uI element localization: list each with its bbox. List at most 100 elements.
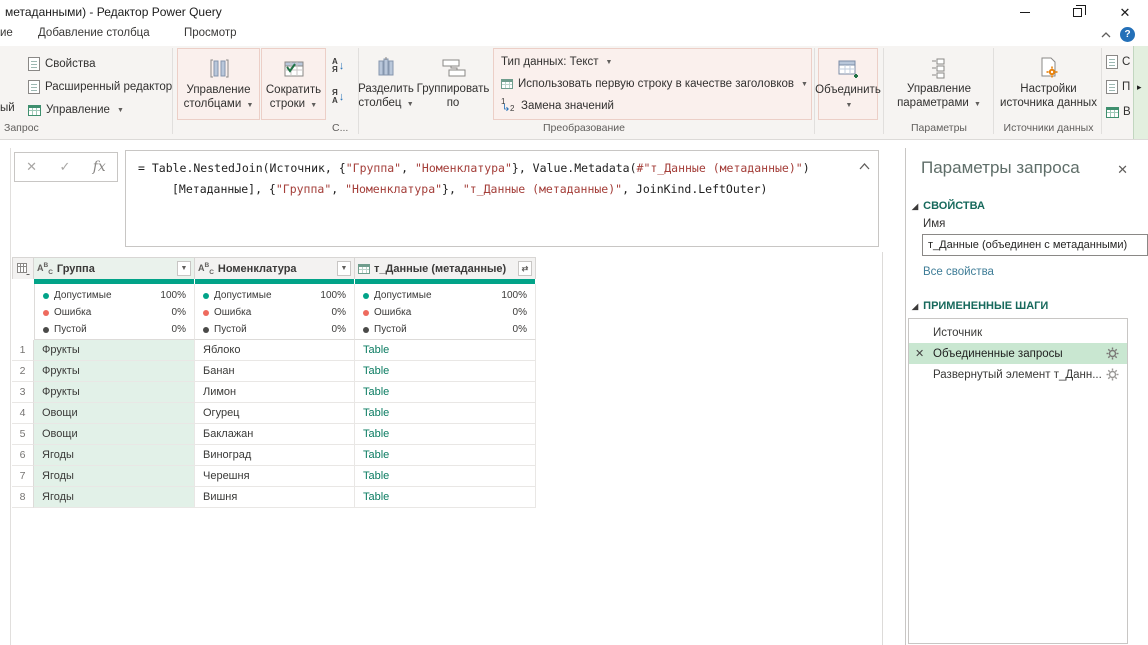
close-button[interactable]: ✕ — [1108, 0, 1142, 24]
cell-table-link[interactable]: Table — [355, 466, 536, 487]
properties-section-header[interactable]: ◢ СВОЙСТВА — [912, 200, 985, 212]
restore-button[interactable] — [1060, 0, 1094, 24]
collapse-triangle-icon: ◢ — [912, 301, 919, 311]
row-number[interactable]: 8 — [12, 487, 34, 508]
cell-group[interactable]: Ягоды — [34, 466, 195, 487]
column-header-t-dannye[interactable]: т_Данные (метаданные) ⇄ — [355, 257, 536, 279]
query-name-input[interactable] — [922, 234, 1148, 256]
new-source-button-truncated[interactable]: С — [1106, 52, 1130, 72]
cell-item[interactable]: Вишня — [195, 487, 355, 508]
truncated-button-fragment[interactable]: ый — [0, 98, 15, 118]
manage-parameters-button[interactable]: Управление параметрами ▼ — [890, 48, 988, 120]
minimize-button[interactable] — [1008, 0, 1042, 24]
ribbon-home: ый Свойства Расширенный редактор Управле… — [0, 46, 1148, 140]
cell-group[interactable]: Овощи — [34, 403, 195, 424]
cell-group[interactable]: Ягоды — [34, 487, 195, 508]
fx-icon[interactable]: fx — [93, 159, 106, 175]
manage-query-button[interactable]: Управление ▼ — [28, 100, 124, 120]
column-header-nomenklatura[interactable]: ABC Номенклатура ▼ — [195, 257, 355, 279]
scroll-right-icon: ▸ — [1137, 82, 1142, 92]
applied-steps-section-header[interactable]: ◢ ПРИМЕНЕННЫЕ ШАГИ — [912, 300, 1048, 312]
cell-item[interactable]: Виноград — [195, 445, 355, 466]
formula-line-2: [Метаданные], {"Группа", "Номенклатура"}… — [172, 182, 768, 196]
text-type-icon: ABC — [198, 261, 214, 276]
help-button[interactable]: ? — [1120, 27, 1135, 42]
valid-dot-icon — [203, 292, 209, 299]
row-number[interactable]: 1 — [12, 340, 34, 361]
collapse-formula-button[interactable] — [859, 159, 870, 173]
cell-group[interactable]: Фрукты — [34, 361, 195, 382]
all-properties-link[interactable]: Все свойства — [923, 266, 994, 278]
row-number[interactable]: 2 — [12, 361, 34, 382]
data-type-button[interactable]: Тип данных: Текст ▼ — [501, 52, 612, 72]
cell-item[interactable]: Баклажан — [195, 424, 355, 445]
sort-ascending-button[interactable]: А Я ↓ — [332, 53, 356, 79]
recent-sources-button-truncated[interactable]: П — [1106, 77, 1130, 97]
step-merged-queries[interactable]: ✕ Объединенные запросы — [909, 343, 1127, 364]
step-source[interactable]: Источник — [909, 322, 1127, 343]
dropdown-caret-icon: ▼ — [801, 80, 808, 88]
sort-descending-button[interactable]: Я А ↓ — [332, 84, 356, 110]
properties-button[interactable]: Свойства — [28, 54, 96, 74]
cell-table-link[interactable]: Table — [355, 361, 536, 382]
panel-close-button[interactable]: ✕ — [1117, 162, 1128, 178]
confirm-formula-icon[interactable]: ✓ — [59, 159, 70, 175]
cancel-formula-icon[interactable]: ✕ — [26, 159, 37, 175]
combine-button[interactable]: Объединить ▼ — [815, 48, 881, 120]
data-source-settings-button[interactable]: Настройки источника данных — [998, 48, 1099, 120]
cell-table-link[interactable]: Table — [355, 487, 536, 508]
step-settings-gear-icon[interactable] — [1106, 368, 1119, 381]
manage-columns-button[interactable]: Управление столбцами ▼ — [177, 48, 260, 120]
row-number[interactable]: 6 — [12, 445, 34, 466]
row-number[interactable]: 4 — [12, 403, 34, 424]
row-number[interactable]: 3 — [12, 382, 34, 403]
column-header-gruppa[interactable]: ABC Группа ▼ — [34, 257, 195, 279]
row-number[interactable]: 5 — [12, 424, 34, 445]
row-number[interactable]: 7 — [12, 466, 34, 487]
cell-item[interactable]: Яблоко — [195, 340, 355, 361]
chevron-up-icon — [1101, 32, 1111, 38]
cell-item[interactable]: Черешня — [195, 466, 355, 487]
dropdown-caret-icon: ▼ — [116, 106, 124, 114]
enter-data-button-truncated[interactable]: В — [1106, 102, 1131, 122]
collapse-ribbon-button[interactable] — [1101, 29, 1111, 41]
cell-group[interactable]: Овощи — [34, 424, 195, 445]
title-bar: метаданными) - Редактор Power Query ✕ — [0, 0, 1148, 24]
filter-button[interactable]: ▼ — [337, 261, 351, 276]
cell-group[interactable]: Фрукты — [34, 340, 195, 361]
split-column-button[interactable]: Разделить столбец ▼ — [356, 48, 416, 120]
cell-item[interactable]: Огурец — [195, 403, 355, 424]
table-grid-icon — [28, 104, 41, 116]
down-arrow-icon: ↓ — [338, 60, 345, 72]
cell-table-link[interactable]: Table — [355, 403, 536, 424]
cell-item[interactable]: Лимон — [195, 382, 355, 403]
replace-values-button[interactable]: 1 ↳ 2 Замена значений — [501, 96, 614, 116]
cell-table-link[interactable]: Table — [355, 445, 536, 466]
expand-column-button[interactable]: ⇄ — [518, 261, 532, 276]
advanced-editor-button[interactable]: Расширенный редактор — [28, 77, 172, 97]
group-by-button[interactable]: Группировать по — [416, 48, 490, 120]
cell-table-link[interactable]: Table — [355, 340, 536, 361]
step-expanded-element[interactable]: Развернутый элемент т_Данн... — [909, 364, 1127, 385]
delete-step-icon[interactable]: ✕ — [915, 347, 924, 360]
text-type-icon: ABC — [37, 261, 53, 276]
cell-group[interactable]: Ягоды — [34, 445, 195, 466]
cell-table-link[interactable]: Table — [355, 424, 536, 445]
filter-button[interactable]: ▼ — [177, 261, 191, 276]
replace-values-icon: 1 ↳ 2 — [501, 97, 515, 114]
tab-add-column[interactable]: Добавление столбца — [38, 27, 150, 39]
use-first-row-as-headers-button[interactable]: Использовать первую строку в качестве за… — [501, 74, 808, 94]
cell-item[interactable]: Банан — [195, 361, 355, 382]
select-all-corner[interactable] — [12, 257, 34, 279]
properties-icon — [28, 57, 40, 71]
step-settings-gear-icon[interactable] — [1106, 347, 1119, 360]
tab-view[interactable]: Просмотр — [184, 27, 237, 39]
cell-table-link[interactable]: Table — [355, 382, 536, 403]
enter-data-icon — [1106, 106, 1119, 118]
split-column-icon — [375, 55, 397, 81]
cell-group[interactable]: Фрукты — [34, 382, 195, 403]
formula-input[interactable]: = Table.NestedJoin(Источник, {"Группа", … — [125, 150, 879, 247]
tab-transform-truncated[interactable]: ие — [0, 27, 13, 39]
name-label: Имя — [923, 218, 946, 230]
reduce-rows-button[interactable]: Сократить строки ▼ — [261, 48, 326, 120]
